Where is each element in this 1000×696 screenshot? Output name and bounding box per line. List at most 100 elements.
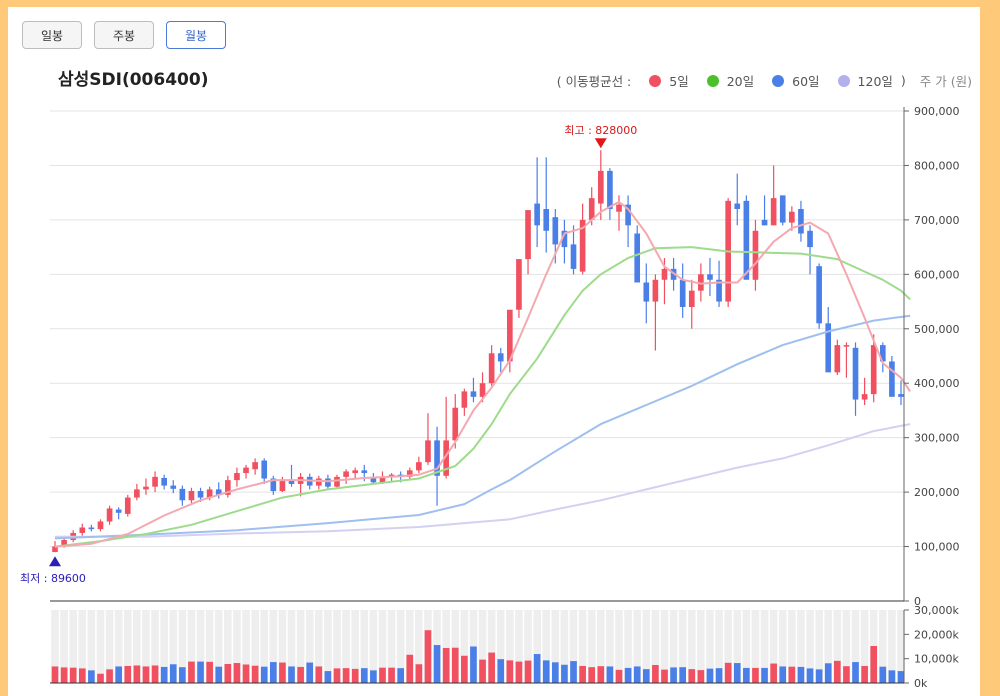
- candle-body: [534, 203, 540, 226]
- volume-bar: [752, 667, 759, 683]
- volume-bar: [524, 660, 532, 683]
- candle-body: [543, 209, 550, 231]
- volume-bar: [333, 668, 341, 683]
- candle-body: [643, 282, 650, 302]
- volume-bar: [834, 660, 841, 683]
- candle-body: [898, 394, 904, 397]
- volume-bar: [215, 666, 223, 683]
- candle-body: [370, 478, 377, 483]
- volume-tick-label: 10,000k: [914, 653, 959, 666]
- candle-body: [352, 470, 359, 474]
- volume-bar: [233, 663, 241, 683]
- candle-body: [652, 279, 659, 302]
- volume-bar: [642, 669, 650, 683]
- volume-bar: [861, 665, 868, 683]
- candle-body: [197, 491, 204, 498]
- volume-bar: [324, 671, 332, 683]
- volume-bar: [479, 659, 486, 683]
- candle-body: [852, 347, 859, 400]
- candle-body: [88, 527, 95, 530]
- volume-bar: [124, 665, 132, 683]
- volume-bar: [815, 669, 823, 683]
- volume-bar: [160, 666, 168, 683]
- volume-bar: [342, 668, 350, 683]
- candle-body: [616, 204, 622, 212]
- volume-bar: [251, 665, 259, 683]
- volume-bar: [652, 664, 659, 683]
- price-tick-label: 100,000: [914, 541, 960, 554]
- volume-bar: [97, 673, 104, 683]
- volume-bar: [670, 667, 677, 683]
- candle-body: [634, 233, 641, 283]
- volume-bar: [260, 666, 268, 683]
- candle-body: [279, 480, 286, 492]
- volume-tick-label: 30,000k: [914, 604, 959, 617]
- volume-bar: [724, 662, 732, 683]
- candle-body: [252, 462, 258, 470]
- volume-bar: [497, 659, 505, 683]
- candle-body: [734, 203, 741, 209]
- volume-bar: [897, 671, 905, 683]
- candle-body: [570, 244, 577, 269]
- candle-body: [152, 476, 158, 487]
- volume-bar: [242, 664, 250, 683]
- candle-body: [688, 290, 695, 307]
- volume-bar: [779, 666, 787, 683]
- high-label: 최고 : 828000: [564, 124, 637, 137]
- candle-body: [470, 391, 477, 397]
- volume-bar: [151, 665, 159, 683]
- volume-bar: [633, 666, 641, 683]
- volume-bar: [806, 668, 814, 683]
- volume-bar: [69, 667, 77, 683]
- volume-bar: [433, 645, 441, 683]
- candle-body: [134, 489, 140, 498]
- candle-body: [261, 460, 268, 479]
- candle-body: [179, 488, 186, 501]
- price-tick-label: 500,000: [914, 323, 960, 336]
- candle-body: [124, 497, 131, 514]
- chart-panel: 일봉 주봉 월봉 삼성SDI(006400) ( 이동평균선 : 5일 20일 …: [8, 7, 980, 696]
- volume-bar: [470, 646, 477, 683]
- volume-bar: [51, 666, 59, 683]
- candle-body: [798, 209, 804, 234]
- volume-bar: [360, 668, 368, 683]
- volume-bar: [515, 661, 523, 683]
- candle-body: [843, 345, 850, 347]
- candle-body: [552, 217, 559, 245]
- candle-body: [170, 485, 177, 489]
- candle-body: [588, 198, 595, 220]
- volume-tick-label: 0k: [914, 677, 928, 690]
- volume-bar: [533, 654, 541, 683]
- volume-bar: [206, 661, 213, 683]
- volume-bar: [506, 660, 514, 683]
- candle-body: [79, 527, 86, 533]
- candle-body: [607, 170, 613, 209]
- price-tick-label: 300,000: [914, 432, 960, 445]
- volume-bar: [788, 666, 796, 683]
- candle-body: [889, 361, 895, 397]
- volume-bar: [115, 666, 122, 683]
- volume-bar: [461, 655, 468, 683]
- volume-bar: [442, 647, 450, 683]
- candle-body: [816, 266, 822, 324]
- candle-body: [789, 211, 795, 223]
- volume-bar: [169, 664, 177, 683]
- candle-body: [516, 259, 522, 310]
- volume-bar: [706, 668, 714, 683]
- candle-body: [679, 279, 686, 307]
- candle-body: [834, 345, 841, 373]
- candle-body: [743, 200, 750, 280]
- candle-body: [861, 394, 868, 400]
- ma120-line: [55, 423, 911, 538]
- low-label: 최저 : 89600: [20, 572, 86, 585]
- candle-body: [325, 478, 331, 487]
- volume-bar: [570, 661, 577, 683]
- volume-bar: [743, 667, 750, 683]
- candle-body: [234, 473, 240, 481]
- volume-slot: [96, 610, 105, 683]
- candle-body: [807, 230, 813, 248]
- volume-bar: [315, 666, 323, 683]
- volume-bar: [188, 661, 195, 683]
- volume-bar: [415, 664, 423, 683]
- volume-bar: [424, 630, 432, 683]
